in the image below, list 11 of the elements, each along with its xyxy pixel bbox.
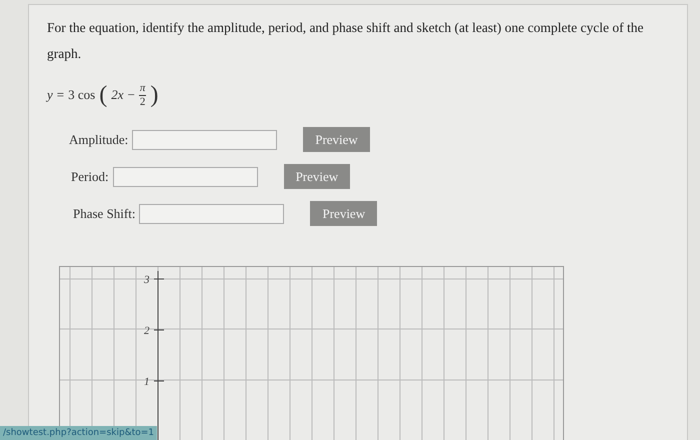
answer-field[interactable] bbox=[139, 204, 284, 224]
status-link[interactable]: /showtest.php?action=skip&to=1 bbox=[0, 426, 158, 440]
answer-field[interactable] bbox=[132, 130, 278, 150]
preview-button[interactable]: Preview bbox=[310, 201, 378, 226]
field-label: Amplitude: bbox=[69, 130, 128, 149]
field-label: Period: bbox=[71, 168, 109, 186]
answer-field[interactable] bbox=[112, 166, 258, 186]
preview-button[interactable]: Preview bbox=[303, 127, 370, 152]
question-text: For the equation, identify the amplitude, period, and phase shift and sketch (at least) one complete cycle of the graph. bbox=[47, 19, 644, 63]
preview-button[interactable]: Preview bbox=[284, 164, 350, 189]
field-label: Phase Shift: bbox=[73, 204, 136, 223]
